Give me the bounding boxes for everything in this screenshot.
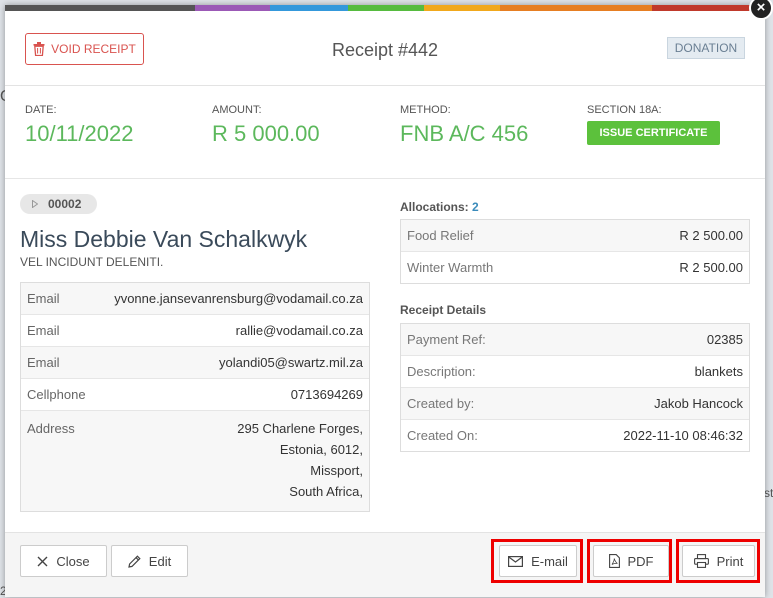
donor-id-badge[interactable]: 00002 (20, 194, 97, 214)
allocations-label: Allocations: (400, 200, 469, 214)
address-line: Missport, (310, 463, 363, 478)
amount-label: AMOUNT: (212, 104, 262, 116)
contact-value: 0713694269 (290, 387, 363, 402)
contact-row: Email rallie@vodamail.co.za (21, 315, 369, 347)
donor-subtitle: VEL INCIDUNT DELENITI. (20, 255, 164, 269)
highlight-print (676, 539, 760, 583)
detail-row: Payment Ref: 02385 (401, 324, 749, 356)
detail-row: Description: blankets (401, 356, 749, 388)
detail-value: Jakob Hancock (654, 396, 743, 411)
date-label: DATE: (25, 104, 57, 116)
address-label: Address (27, 421, 75, 436)
pencil-icon (128, 554, 141, 568)
modal-footer: Close Edit E-mail PDF Print (5, 532, 765, 597)
allocation-row: Winter Warmth R 2 500.00 (401, 252, 749, 283)
amount-value: R 5 000.00 (212, 121, 320, 146)
receipt-details-title: Receipt Details (400, 303, 487, 317)
contact-label: Email (27, 323, 60, 338)
highlight-email (491, 539, 583, 583)
address-value: 295 Charlene Forges, Estonia, 6012, Miss… (237, 418, 363, 502)
contact-value: yolandi05@swartz.mil.za (219, 355, 363, 370)
detail-label: Description: (407, 364, 476, 379)
date-value: 10/11/2022 (25, 121, 134, 146)
contact-table: Email yvonne.jansevanrensburg@vodamail.c… (20, 282, 370, 512)
method-value: FNB A/C 456 (400, 121, 529, 146)
caret-right-icon (32, 200, 38, 208)
allocation-row: Food Relief R 2 500.00 (401, 220, 749, 252)
close-button[interactable]: Close (20, 545, 107, 577)
donor-id: 00002 (48, 197, 82, 211)
detail-label: Payment Ref: (407, 332, 486, 347)
address-row: Address 295 Charlene Forges, Estonia, 60… (21, 411, 369, 511)
allocation-label: Winter Warmth (407, 260, 494, 275)
section-18a-label: SECTION 18A: (587, 104, 662, 116)
issue-certificate-button[interactable]: ISSUE CERTIFICATE (587, 121, 720, 145)
allocations-table: Food Relief R 2 500.00 Winter Warmth R 2… (400, 219, 750, 284)
detail-label: Created by: (407, 396, 475, 411)
donation-badge: DONATION (667, 37, 745, 59)
address-line: South Africa, (289, 484, 363, 499)
address-line: Estonia, 6012, (279, 442, 363, 457)
close-label: Close (56, 553, 90, 569)
section-divider (5, 178, 765, 179)
contact-row: Email yvonne.jansevanrensburg@vodamail.c… (21, 283, 369, 315)
address-line: 295 Charlene Forges, (237, 421, 363, 436)
background-fragment: st (764, 486, 773, 500)
close-icon (37, 556, 48, 567)
detail-value: blankets (694, 364, 743, 379)
modal-header: VOID RECEIPT Receipt #442 DONATION (5, 11, 765, 86)
receipt-modal: VOID RECEIPT Receipt #442 DONATION DATE:… (5, 5, 765, 597)
method-label: METHOD: (400, 104, 451, 116)
contact-value: rallie@vodamail.co.za (235, 323, 363, 338)
contact-label: Email (27, 355, 60, 370)
detail-row: Created by: Jakob Hancock (401, 388, 749, 420)
edit-label: Edit (148, 553, 172, 569)
contact-label: Cellphone (27, 387, 86, 402)
allocations-count: 2 (472, 200, 479, 214)
contact-row: Email yolandi05@swartz.mil.za (21, 347, 369, 379)
allocation-label: Food Relief (407, 228, 474, 243)
contact-label: Email (27, 291, 60, 306)
contact-row: Cellphone 0713694269 (21, 379, 369, 411)
highlight-pdf (587, 539, 672, 583)
detail-value: 02385 (706, 332, 743, 347)
receipt-summary: DATE: 10/11/2022 AMOUNT: R 5 000.00 METH… (5, 86, 765, 178)
contact-value: yvonne.jansevanrensburg@vodamail.co.za (114, 291, 363, 306)
detail-value: 2022-11-10 08:46:32 (623, 428, 743, 443)
modal-title: Receipt #442 (331, 40, 439, 60)
allocations-title: Allocations: 2 (400, 200, 479, 214)
close-modal-icon[interactable]: × (749, 0, 773, 20)
detail-label: Created On: (407, 428, 478, 443)
detail-row: Created On: 2022-11-10 08:46:32 (401, 420, 749, 451)
edit-button[interactable]: Edit (111, 545, 188, 577)
donor-name: Miss Debbie Van Schalkwyk (20, 226, 308, 252)
allocation-value: R 2 500.00 (679, 260, 743, 275)
allocation-value: R 2 500.00 (679, 228, 743, 243)
receipt-details-table: Payment Ref: 02385 Description: blankets… (400, 323, 750, 452)
